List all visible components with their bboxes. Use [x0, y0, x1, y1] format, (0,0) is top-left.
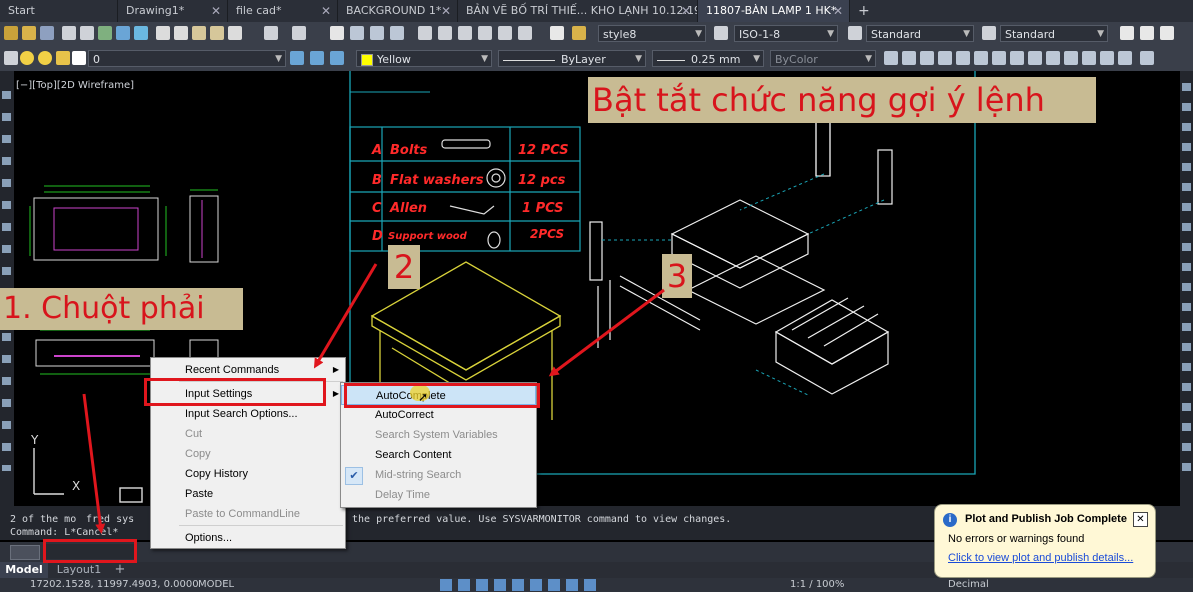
- plot-publish-notification[interactable]: i Plot and Publish Job Complete ✕ No err…: [934, 504, 1156, 578]
- notification-link[interactable]: Click to view plot and publish details..…: [948, 552, 1133, 564]
- close-icon[interactable]: ✕: [1133, 512, 1148, 527]
- arrow-step3: [548, 288, 665, 377]
- notification-title: Plot and Publish Job Complete: [965, 513, 1127, 525]
- arrow-step1: [82, 393, 106, 534]
- notification-body: No errors or warnings found: [948, 533, 1085, 545]
- info-icon: i: [943, 513, 957, 527]
- arrow-step2: [313, 263, 378, 369]
